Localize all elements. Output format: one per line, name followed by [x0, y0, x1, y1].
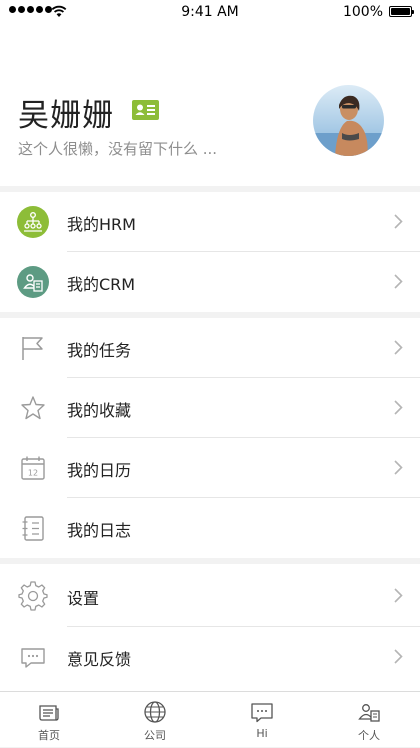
menu-group-personal: 我的任务 我的收藏 12 我的日历 我的日志: [0, 318, 420, 558]
notebook-icon: [22, 516, 44, 541]
tab-home[interactable]: 首页: [19, 692, 79, 748]
tab-label: 首页: [38, 729, 60, 742]
profile-name: 吴姗姗: [18, 98, 114, 134]
person-card-icon: [358, 704, 380, 722]
menu-label: 我的日志: [67, 521, 132, 540]
calendar-icon-day: 12: [28, 469, 38, 478]
org-chart-icon: [17, 206, 49, 238]
tab-bar: 首页 公司 Hi 个人: [0, 691, 420, 747]
chevron-right-icon: [394, 340, 403, 355]
chevron-right-icon: [394, 400, 403, 415]
news-icon: [39, 705, 59, 721]
menu-item-crm[interactable]: 我的CRM: [0, 252, 420, 312]
menu-item-settings[interactable]: 设置: [0, 564, 420, 627]
chevron-right-icon: [394, 274, 403, 289]
menu-group-apps: 我的HRM 我的CRM: [0, 192, 420, 312]
menu-item-favorites[interactable]: 我的收藏: [0, 378, 420, 438]
menu-label: 我的日历: [67, 461, 132, 480]
tab-hi[interactable]: Hi: [232, 692, 292, 748]
star-icon: [21, 396, 45, 420]
menu-label: 我的收藏: [67, 401, 132, 420]
avatar[interactable]: [313, 85, 384, 156]
menu-label: 我的任务: [67, 341, 132, 360]
menu-group-system: 设置 意见反馈: [0, 564, 420, 691]
calendar-icon: 12: [21, 456, 45, 480]
chevron-right-icon: [394, 460, 403, 475]
menu-item-calendar[interactable]: 12 我的日历: [0, 438, 420, 498]
battery-percent: 100%: [342, 4, 383, 20]
profile-signature: 这个人很懒，没有留下什么 ...: [18, 140, 218, 158]
gear-icon: [18, 581, 48, 611]
chat-icon: [251, 703, 273, 723]
globe-icon: [144, 701, 166, 723]
menu-label: 意见反馈: [67, 650, 132, 669]
status-bar: 9:41 AM 100%: [0, 0, 420, 24]
tab-label: 公司: [144, 729, 166, 742]
menu-label: 我的HRM: [67, 215, 136, 234]
tab-label: 个人: [358, 729, 380, 742]
battery-icon: [389, 6, 414, 17]
flag-icon: [22, 337, 43, 360]
id-card-icon[interactable]: [132, 100, 159, 120]
menu-label: 设置: [67, 589, 100, 608]
tab-me[interactable]: 个人: [339, 692, 399, 748]
chevron-right-icon: [394, 649, 403, 664]
menu-label: 我的CRM: [67, 275, 136, 294]
chevron-right-icon: [394, 214, 403, 229]
tab-company[interactable]: 公司: [125, 692, 185, 748]
tab-label: Hi: [256, 727, 268, 740]
menu-item-tasks[interactable]: 我的任务: [0, 318, 420, 378]
chevron-right-icon: [394, 588, 403, 603]
menu-item-logs[interactable]: 我的日志: [0, 498, 420, 558]
menu-item-feedback[interactable]: 意见反馈: [0, 627, 420, 690]
contact-card-icon: [17, 266, 49, 298]
profile-header[interactable]: 吴姗姗 这个人很懒，没有留下什么 ...: [0, 24, 420, 186]
message-icon: [21, 648, 45, 668]
menu-item-hrm[interactable]: 我的HRM: [0, 192, 420, 252]
